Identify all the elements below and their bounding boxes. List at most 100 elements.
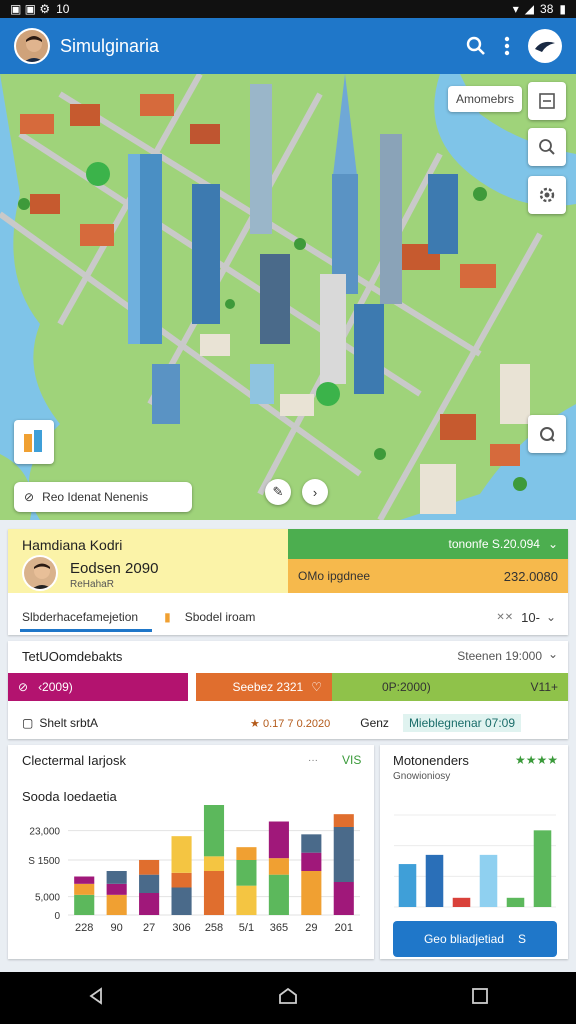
stat-green-label: 0P:2000) [382,680,431,694]
x-tick-label: 201 [335,922,353,934]
checkbox-icon[interactable]: ▢ [22,716,33,730]
stats-row: ▢ Shelt srbtA ★ 0.17 7 0.2020 Genz Miebl… [8,711,568,735]
small-chart-bar[interactable] [533,830,552,907]
y-tick-label: 23,000 [29,827,60,838]
map-badge-left[interactable] [14,420,54,464]
edit-icon[interactable]: ✎ [265,479,291,505]
system-nav-bar [0,972,576,1024]
small-chart-bar[interactable] [425,854,444,907]
green-stat-label: tononfe S.20.094 [448,537,540,551]
profile-score: Eodsen 2090 [70,560,159,577]
profile-subtext: ReHahaR [70,579,114,590]
chart-bar-segment[interactable] [203,871,225,915]
map-filter-chip[interactable]: Amomebrs [448,86,523,112]
profile-orange-stat: OMo ipgdnee 232.0080 [288,559,568,593]
chart-bar-segment[interactable] [236,847,257,860]
battery-icon: ▮ [559,2,566,16]
primary-action-label: Geo bliadjetiad [423,932,505,946]
small-chart-bar[interactable] [398,864,417,907]
x-tick-label: 306 [172,922,190,934]
chart-bar-segment[interactable] [301,834,322,853]
chart-bar-segment[interactable] [171,887,192,916]
clock: 10 [56,2,70,16]
settings-gear-icon[interactable] [528,176,566,214]
chart-bar-segment[interactable] [301,871,322,915]
recents-icon[interactable] [471,987,489,1010]
small-chart-bar[interactable] [452,897,471,907]
stat-magenta-label: ‹2009) [38,680,73,694]
chart-bar-segment[interactable] [74,876,95,884]
chart-bar-segment[interactable] [106,894,127,915]
stats-card: TetUOomdebakts Steenen 19:000 ⌄ ⊘ ‹2009)… [8,641,568,739]
chart-bar-segment[interactable] [139,893,160,915]
search-icon[interactable] [466,36,486,56]
tab-indicator [20,629,152,632]
chevron-right-icon[interactable]: › [302,479,328,505]
chart-bar-segment[interactable] [139,874,160,893]
chart-bar-segment[interactable] [139,860,160,875]
chart-bar-segment[interactable] [268,874,289,915]
chart-bar-segment[interactable] [171,872,192,888]
orange-stat-label: OMo ipgdnee [298,569,371,583]
chevron-down-icon[interactable]: ⌄ [548,537,558,551]
stats-dropdown-icon[interactable]: ⌄ [548,647,558,661]
chart-bar-segment[interactable] [203,856,225,871]
x-tick-label: 228 [75,922,93,934]
stat-orange-label: Seebez 2321 [232,680,304,694]
profile-green-stat: tononfe S.20.094 ⌄ [288,529,568,559]
primary-action-value: S [518,932,527,946]
home-icon[interactable] [278,987,298,1010]
sort-icon[interactable]: ✕✕ [496,612,513,623]
chart-bar-segment[interactable] [106,883,127,895]
city-map[interactable] [0,74,576,520]
small-chart-bar[interactable] [479,854,498,907]
chart-bar-segment[interactable] [74,894,95,915]
brand-logo-icon[interactable] [528,29,562,63]
profile-avatar[interactable] [22,555,58,591]
status-bar: ▣ ▣ ⚙ 10 ▾ ◢ 38 ▮ [0,0,576,18]
signal-icon: ◢ [524,2,535,16]
stat-green[interactable]: 0P:2000) V11+ [332,673,568,701]
battery-label: 38 [540,2,554,16]
chart-bar-segment[interactable] [236,860,257,886]
dropdown-icon[interactable]: ⌄ [546,610,556,624]
primary-action-button[interactable]: Geo bliadjetiad S [393,921,557,957]
stats-row-gen: Genz [360,716,389,730]
more-vert-icon[interactable] [504,36,510,56]
chart-bar-segment[interactable] [268,858,289,875]
x-tick-label: 29 [305,922,317,934]
chart-bar-segment[interactable] [301,852,322,871]
tab-active[interactable]: Slbderhacefamejetion [22,610,138,624]
x-tick-label: 5/1 [239,922,254,934]
stats-title: TetUOomdebakts [22,649,123,664]
stat-magenta[interactable]: ⊘ ‹2009) [8,673,188,701]
chart-bar-segment[interactable] [268,821,289,859]
stats-top-right: Steenen 19:000 [457,649,542,663]
map-search-bar[interactable]: ⊘ Reo Idenat Nenenis [14,482,192,512]
locate-icon[interactable] [528,415,566,453]
small-chart-bar[interactable] [506,897,525,907]
stat-orange[interactable]: Seebez 2321 ♡ [196,673,332,701]
chart-bar-segment[interactable] [333,814,354,827]
x-tick-label: 27 [143,922,155,934]
chart-card: Clectermal Iarjosk ··· VIS Sooda Ioedaet… [8,745,374,959]
heart-icon: ♡ [311,680,322,694]
chart-bar-segment[interactable] [74,883,95,895]
layers-icon[interactable] [528,82,566,120]
user-avatar[interactable] [14,28,50,64]
orange-stat-value: 232.0080 [503,568,558,584]
back-icon[interactable] [87,986,105,1010]
map-search-icon[interactable] [528,128,566,166]
chart-bar-segment[interactable] [203,805,225,857]
stats-row-left: Shelt srbtA [39,716,99,730]
app-title: Simulginaria [60,35,160,56]
chart-bar-segment[interactable] [333,882,354,915]
chart-bar-segment[interactable] [171,836,192,873]
stats-row-right[interactable]: Mieblegnenar 07:09 [402,714,522,732]
profile-name: Hamdiana Kodri [22,537,123,553]
profile-tabs: Slbderhacefamejetion ▮ Sbodel iroam ✕✕ 1… [8,599,568,635]
tab-second[interactable]: Sbodel iroam [185,610,256,624]
chart-bar-segment[interactable] [333,827,354,882]
chart-bar-segment[interactable] [106,871,127,884]
chart-bar-segment[interactable] [236,885,257,915]
